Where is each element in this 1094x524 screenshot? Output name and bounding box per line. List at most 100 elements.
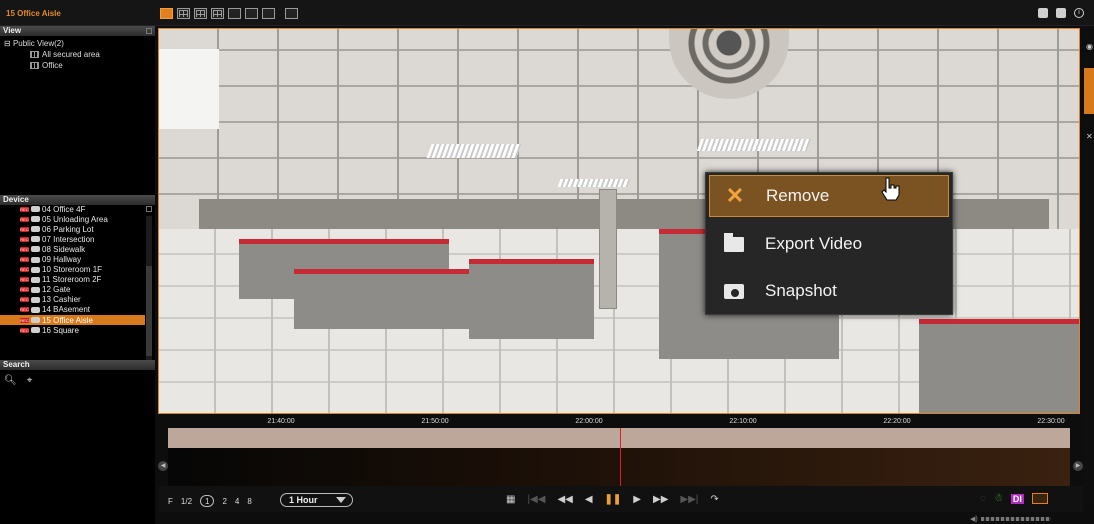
camera-icon xyxy=(31,286,40,293)
time-range-dropdown[interactable]: 1 Hour xyxy=(280,493,353,507)
camera-icon xyxy=(31,266,40,273)
layout-3x3-button[interactable] xyxy=(194,8,207,19)
hand-cursor-icon xyxy=(881,177,900,201)
digital-input-button[interactable]: DI xyxy=(1010,493,1024,504)
menu-item-remove[interactable]: ✕ Remove xyxy=(709,175,949,217)
device-label: 16 Square xyxy=(42,325,79,335)
rewind-icon[interactable]: ◀◀ xyxy=(557,494,572,505)
device-item[interactable]: REC 06 Parking Lot xyxy=(0,224,145,234)
device-item[interactable]: REC 10 Storeroom 1F xyxy=(0,265,145,275)
skip-to-end-icon[interactable]: ▶▶| xyxy=(680,494,698,505)
device-item[interactable]: REC 09 Hallway xyxy=(0,254,145,264)
speed-half-button[interactable]: 1/2 xyxy=(181,497,192,506)
device-item[interactable]: REC 12 Gate xyxy=(0,285,145,295)
camera-icon xyxy=(31,306,40,313)
device-scrollbar[interactable] xyxy=(146,216,152,364)
fast-forward-icon[interactable]: ▶▶ xyxy=(653,494,668,505)
panel-toggle-icon[interactable] xyxy=(146,28,152,34)
menu-item-snapshot[interactable]: Snapshot xyxy=(709,270,949,312)
device-header-label: Device xyxy=(3,195,29,204)
rec-icon: REC xyxy=(20,226,29,232)
camera-icon xyxy=(31,327,40,334)
volume-control[interactable]: ◀) xyxy=(970,515,1051,523)
device-item[interactable]: REC 07 Intersection xyxy=(0,234,145,244)
camera-icon xyxy=(31,206,40,213)
search-panel-header[interactable]: Search xyxy=(0,360,155,370)
step-forward-icon[interactable]: ▶ xyxy=(633,494,641,505)
speaker-icon: ◀) xyxy=(970,516,978,523)
layout-custom-button[interactable] xyxy=(228,8,241,19)
device-label: 08 Sidewalk xyxy=(42,244,86,254)
speed-2-button[interactable]: 2 xyxy=(222,497,226,506)
camera-icon xyxy=(31,317,40,324)
search-icon[interactable]: 🔍︎ xyxy=(4,375,17,386)
timeline-playhead[interactable] xyxy=(620,428,621,486)
device-item[interactable]: REC 04 Office 4F xyxy=(0,204,145,214)
panel-toggle-icon[interactable] xyxy=(146,206,152,212)
timeline-tick: 21:50:00 xyxy=(421,418,449,425)
eye-icon[interactable]: ◉ xyxy=(1086,42,1093,51)
top-bar: 15 Office Aisle i xyxy=(0,0,1094,26)
video-ceiling-light xyxy=(557,179,631,187)
sequence-button[interactable] xyxy=(262,8,275,19)
timeline-track[interactable] xyxy=(168,448,1070,486)
device-item[interactable]: REC 11 Storeroom 2F xyxy=(0,275,145,285)
device-item[interactable]: REC 16 Square xyxy=(0,325,145,335)
layout-1x1-button[interactable] xyxy=(160,8,173,19)
view-root[interactable]: ⊟ Public View(2) xyxy=(4,38,151,49)
video-ceiling-light xyxy=(426,144,522,158)
playback-buttons: ▦ |◀◀ ◀◀ ◀ ❚❚ ▶ ▶▶ ▶▶| ↷ xyxy=(506,494,719,505)
right-panel-expand-tab[interactable] xyxy=(1084,68,1094,114)
device-scrollbar-thumb[interactable] xyxy=(146,266,152,356)
audio-icon[interactable]: ◌ xyxy=(980,493,986,504)
pause-icon[interactable]: ❚❚ xyxy=(605,494,622,505)
menu-item-export-video[interactable]: Export Video xyxy=(709,223,949,265)
device-item[interactable]: REC 14 BAsement xyxy=(0,305,145,315)
layout-2x2-button[interactable] xyxy=(177,8,190,19)
calendar-icon[interactable]: ▦ xyxy=(506,494,515,505)
timeline-recording-bar[interactable] xyxy=(168,428,1070,448)
frame-mode-button[interactable]: F xyxy=(168,497,173,506)
nvr-app: 15 Office Aisle i View ⊟ Public View(2) xyxy=(0,0,1094,524)
camera-icon xyxy=(31,216,40,223)
device-item[interactable]: REC 05 Unloading Area xyxy=(0,214,145,224)
person-detect-icon[interactable]: ☃ xyxy=(994,493,1003,504)
speed-1-button[interactable]: 1 xyxy=(200,495,215,507)
device-label: 09 Hallway xyxy=(42,255,82,265)
settings-icon[interactable] xyxy=(1038,8,1048,18)
info-icon[interactable]: i xyxy=(1074,8,1084,18)
fullscreen-button[interactable] xyxy=(285,8,298,19)
speed-8-button[interactable]: 8 xyxy=(247,497,251,506)
rec-icon: REC xyxy=(20,206,29,212)
step-back-icon[interactable]: ◀ xyxy=(585,494,593,505)
popup-window-button[interactable] xyxy=(245,8,258,19)
tools-icon[interactable]: ✕ xyxy=(1086,132,1093,141)
timeline-scroll-left-icon[interactable]: ◀ xyxy=(158,461,168,471)
device-item[interactable]: REC 08 Sidewalk xyxy=(0,244,145,254)
right-playback-controls: ◌ ☃ DI xyxy=(980,493,1048,504)
device-item[interactable]: REC 13 Cashier xyxy=(0,295,145,305)
return-live-icon[interactable]: ↷ xyxy=(710,494,718,505)
view-item-all-secured-area[interactable]: All secured area xyxy=(4,49,151,60)
view-item-office[interactable]: Office xyxy=(4,60,151,71)
camera-icon xyxy=(31,276,40,283)
timeline-scroll-right-icon[interactable]: ▶ xyxy=(1073,461,1083,471)
bookmark-icon[interactable] xyxy=(1031,493,1048,504)
device-item-selected[interactable]: REC 15 Office Aisle xyxy=(0,315,145,326)
device-label: 15 Office Aisle xyxy=(42,315,93,325)
layout-4x4-button[interactable] xyxy=(211,8,224,19)
top-right-icons: i xyxy=(1038,8,1084,18)
rec-icon: REC xyxy=(20,277,29,283)
camera-icon xyxy=(31,256,40,263)
locate-icon[interactable]: ⌖ xyxy=(27,375,33,386)
camera-icon xyxy=(31,296,40,303)
view-panel-header[interactable]: View xyxy=(0,26,155,36)
camera-icon xyxy=(31,236,40,243)
volume-slider[interactable] xyxy=(980,517,1051,521)
skip-to-start-icon[interactable]: |◀◀ xyxy=(527,494,545,505)
speed-4-button[interactable]: 4 xyxy=(235,497,239,506)
rec-icon: REC xyxy=(20,267,29,273)
rec-icon: REC xyxy=(20,216,29,222)
document-icon[interactable] xyxy=(1056,8,1066,18)
camera-icon xyxy=(31,226,40,233)
